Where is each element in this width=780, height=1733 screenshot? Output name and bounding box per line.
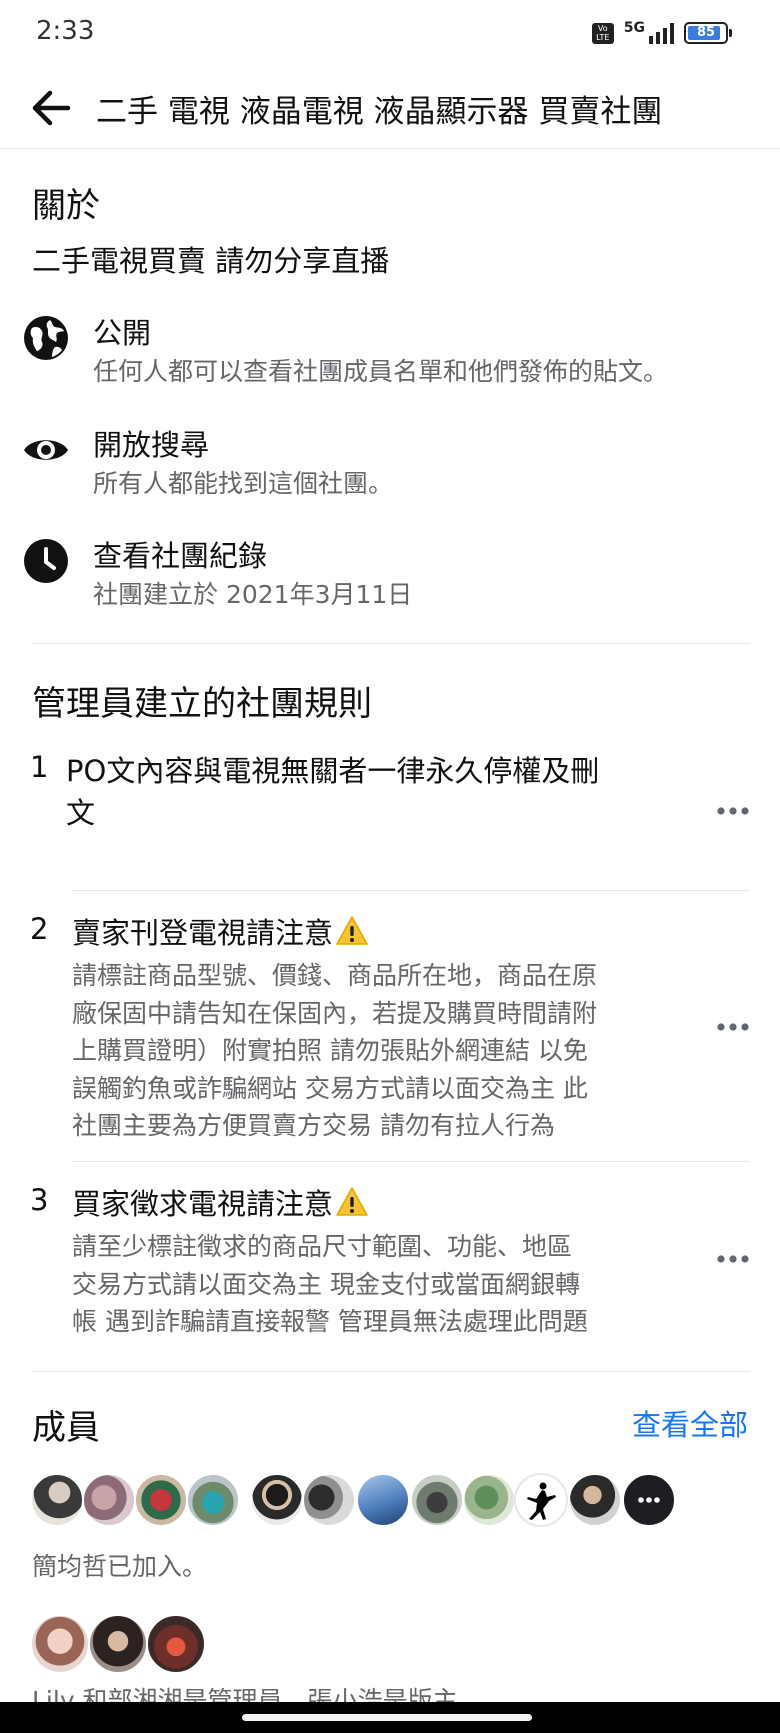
rule-description: 請標註商品型號、價錢、商品所在地，商品在原 廠保固中請告知在保固內，若提及購買時… xyxy=(72,961,598,1140)
network-type: 5G xyxy=(623,20,645,36)
eye-icon xyxy=(24,440,68,460)
system-nav-bar xyxy=(0,1702,780,1733)
signal-icon xyxy=(649,22,674,44)
see-all-members-link[interactable]: 查看全部 xyxy=(632,1402,748,1444)
warning-icon xyxy=(336,1187,368,1216)
avatar[interactable] xyxy=(88,1614,148,1674)
avatar[interactable] xyxy=(568,1473,622,1527)
visibility-description: 所有人都能找到這個社團。 xyxy=(93,469,394,498)
avatar[interactable] xyxy=(134,1473,188,1527)
globe-icon xyxy=(24,316,68,360)
status-bar: 2:33 Vo LTE 5G 85 xyxy=(0,0,780,66)
rule-description: 請至少標註徵求的商品尺寸範圍、功能、地區 交易方式請以面交為主 現金支付或當面網… xyxy=(72,1232,588,1336)
divider xyxy=(32,643,750,644)
privacy-description: 任何人都可以查看社團成員名單和他們發佈的貼文。 xyxy=(93,357,669,386)
status-time: 2:33 xyxy=(36,16,95,46)
rule-number: 2 xyxy=(30,912,49,946)
avatar[interactable] xyxy=(514,1473,568,1527)
avatar[interactable] xyxy=(356,1473,410,1527)
app-header: 二手 電視 液晶電視 液晶顯示器 買賣社團 xyxy=(0,66,780,149)
battery-level: 85 xyxy=(696,25,716,40)
battery-icon: 85 xyxy=(684,22,732,44)
page-title: 二手 電視 液晶電視 液晶顯示器 買賣社團 xyxy=(96,94,663,130)
avatar[interactable] xyxy=(462,1473,516,1527)
divider xyxy=(32,1371,750,1372)
avatar[interactable] xyxy=(410,1473,464,1527)
status-icons: Vo LTE 5G 85 xyxy=(591,20,732,46)
avatar[interactable] xyxy=(186,1473,240,1527)
more-options-icon[interactable] xyxy=(716,1022,750,1032)
divider xyxy=(72,1161,750,1162)
volte-icon: Vo LTE xyxy=(591,22,614,44)
rule-number: 1 xyxy=(30,750,49,784)
avatar[interactable] xyxy=(250,1473,304,1527)
history-description: 社團建立於 2021年3月11日 xyxy=(93,580,413,609)
avatar[interactable] xyxy=(146,1614,206,1674)
recent-join-text: 簡均哲已加入。 xyxy=(32,1552,208,1581)
rule-title: PO文內容與電視無關者一律永久停權及刪 文 xyxy=(66,754,600,830)
rule-title: 賣家刊登電視請注意 xyxy=(72,912,369,954)
home-indicator[interactable] xyxy=(242,1714,532,1721)
history-label: 查看社團紀錄 xyxy=(93,539,268,573)
avatar[interactable] xyxy=(30,1473,84,1527)
rule-title: 買家徵求電視請注意 xyxy=(72,1183,369,1225)
warning-icon xyxy=(336,916,368,945)
rules-heading: 管理員建立的社團規則 xyxy=(32,684,372,724)
jumpman-logo-icon xyxy=(527,1482,556,1520)
divider xyxy=(72,890,750,891)
about-heading: 關於 xyxy=(32,186,100,226)
members-heading: 成員 xyxy=(32,1408,100,1448)
about-description: 二手電視買賣 請勿分享直播 xyxy=(32,244,390,278)
privacy-label: 公開 xyxy=(93,316,152,350)
clock-icon xyxy=(24,539,68,583)
avatar[interactable] xyxy=(82,1473,136,1527)
more-members-icon[interactable] xyxy=(622,1473,676,1527)
rule-number: 3 xyxy=(30,1183,49,1217)
back-arrow-icon[interactable] xyxy=(30,88,72,128)
avatar[interactable] xyxy=(30,1614,90,1674)
visibility-label: 開放搜尋 xyxy=(93,428,210,462)
more-options-icon[interactable] xyxy=(716,806,750,816)
avatar[interactable] xyxy=(302,1473,356,1527)
more-options-icon[interactable] xyxy=(716,1254,750,1264)
